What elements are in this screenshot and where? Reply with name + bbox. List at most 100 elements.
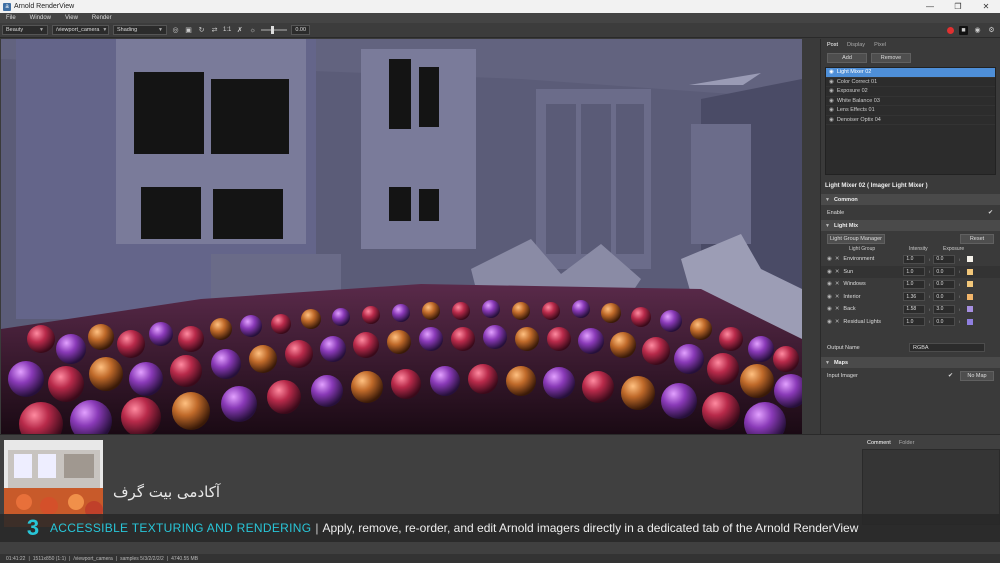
color-swatch[interactable] <box>967 293 974 300</box>
output-name-field[interactable]: RGBA <box>909 343 985 352</box>
spinner-icon[interactable]: ↕ <box>955 269 963 274</box>
spinner-icon[interactable]: ↕ <box>955 319 963 324</box>
intensity-field[interactable]: 1.0 <box>903 317 926 327</box>
exposure-field[interactable]: 0.0 <box>933 317 956 327</box>
spinner-icon[interactable]: ↕ <box>955 257 963 262</box>
list-item[interactable]: ◉ Color Correct 01 <box>826 78 995 87</box>
eye-icon[interactable]: ◉ <box>827 269 832 275</box>
exposure-field[interactable]: 0.0 <box>933 292 956 302</box>
section-light-mix[interactable]: ▼ Light Mix <box>821 220 1000 231</box>
color-swatch[interactable] <box>967 256 974 263</box>
eye-icon[interactable]: ◉ <box>827 256 832 262</box>
remove-imager-button[interactable]: Remove <box>871 53 911 63</box>
menu-render[interactable]: Render <box>92 15 112 21</box>
reset-button[interactable]: Reset <box>960 233 994 244</box>
settings-icon[interactable]: ⚙ <box>987 26 996 35</box>
menu-file[interactable]: File <box>6 15 16 21</box>
section-maps[interactable]: ▼ Maps <box>821 357 1000 368</box>
solo-icon[interactable]: ✕ <box>835 294 840 300</box>
light-group-manager-button[interactable]: Light Group Manager <box>827 233 885 244</box>
list-item[interactable]: ◉ White Balance 03 <box>826 97 995 106</box>
table-row[interactable]: ◉ ✕ Interior 1.36 ↕ 0.0 ↕ <box>821 291 1000 304</box>
spinner-icon[interactable]: ↕ <box>925 294 933 299</box>
swap-icon[interactable]: ⇄ <box>210 26 219 35</box>
eye-icon[interactable]: ◉ <box>827 281 832 287</box>
solo-icon[interactable]: ✕ <box>835 281 840 287</box>
spinner-icon[interactable]: ↕ <box>925 307 933 312</box>
minimize-icon[interactable]: — <box>916 0 944 13</box>
list-item[interactable]: ◉ Lens Effects 01 <box>826 106 995 116</box>
render-viewport[interactable] <box>1 39 802 434</box>
restore-icon[interactable]: ❐ <box>944 0 972 13</box>
solo-icon[interactable]: ✕ <box>835 306 840 312</box>
spinner-icon[interactable]: ↕ <box>955 294 963 299</box>
camera-dropdown[interactable]: /viewport_camera ▼ <box>52 25 109 35</box>
record-icon[interactable] <box>947 26 954 34</box>
tab-display[interactable]: Display <box>843 41 869 49</box>
fit-icon[interactable]: ✗ <box>235 26 244 35</box>
spinner-icon[interactable]: ↕ <box>955 282 963 287</box>
intensity-field[interactable]: 1.58 <box>903 304 926 314</box>
aov-dropdown[interactable]: Beauty ▼ <box>2 25 48 35</box>
section-common[interactable]: ▼ Common <box>821 194 1000 205</box>
intensity-field[interactable]: 1.0 <box>903 254 926 264</box>
eye-icon[interactable]: ◉ <box>827 294 832 300</box>
menu-view[interactable]: View <box>65 15 78 21</box>
exposure-value[interactable]: 0.00 <box>291 25 311 35</box>
intensity-field[interactable]: 1.0 <box>903 267 926 277</box>
table-row[interactable]: ◉ ✕ Sun 1.0 ↕ 0.0 ↕ <box>821 265 1000 278</box>
solo-icon[interactable]: ✕ <box>835 269 840 275</box>
list-item[interactable]: ◉ Light Mixer 02 <box>826 68 995 78</box>
spinner-icon[interactable]: ↕ <box>925 282 933 287</box>
refresh-icon[interactable]: ↻ <box>197 26 206 35</box>
exposure-field[interactable]: 0.0 <box>933 267 956 277</box>
eye-icon[interactable]: ◉ <box>829 79 834 85</box>
exposure-slider[interactable] <box>261 26 288 34</box>
color-swatch[interactable] <box>967 268 974 275</box>
eye-icon[interactable]: ◉ <box>827 306 832 312</box>
target-icon[interactable]: ◎ <box>171 26 180 35</box>
enable-checkbox[interactable]: ✔ <box>987 209 994 216</box>
eye-icon[interactable]: ◉ <box>829 69 834 75</box>
tab-pixel[interactable]: Pixel <box>870 41 890 49</box>
exposure-field[interactable]: 3.0 <box>933 304 956 314</box>
color-swatch[interactable] <box>967 281 974 288</box>
list-item[interactable]: ◉ Exposure 02 <box>826 87 995 97</box>
slider-handle[interactable] <box>271 26 275 34</box>
table-row[interactable]: ◉ ✕ Environment 1.0 ↕ 0.0 ↕ <box>821 253 1000 266</box>
eye-icon[interactable]: ◉ <box>827 319 832 325</box>
color-swatch[interactable] <box>967 318 974 325</box>
eye-icon[interactable]: ◉ <box>829 98 834 104</box>
eye-icon[interactable]: ◉ <box>829 117 834 123</box>
color-swatch[interactable] <box>967 306 974 313</box>
list-item[interactable]: ◉ Denoiser Optix 04 <box>826 116 995 125</box>
add-imager-button[interactable]: Add <box>827 53 867 63</box>
spinner-icon[interactable]: ↕ <box>925 257 933 262</box>
menu-window[interactable]: Window <box>30 15 51 21</box>
table-row[interactable]: ◉ ✕ Windows 1.0 ↕ 0.0 ↕ <box>821 278 1000 291</box>
eye-icon[interactable]: ◉ <box>829 88 834 94</box>
spinner-icon[interactable]: ↕ <box>955 307 963 312</box>
lock-icon[interactable]: ◉ <box>973 26 982 35</box>
spinner-icon[interactable]: ↕ <box>925 269 933 274</box>
intensity-field[interactable]: 1.36 <box>903 292 926 302</box>
tab-folder[interactable]: Folder <box>895 439 919 447</box>
solo-icon[interactable]: ✕ <box>835 319 840 325</box>
zoom-ratio[interactable]: 1:1 <box>223 27 231 33</box>
intensity-field[interactable]: 1.0 <box>903 279 926 289</box>
table-row[interactable]: ◉ ✕ Residual Lights 1.0 ↕ 0.0 ↕ <box>821 316 1000 329</box>
exposure-field[interactable]: 0.0 <box>933 279 956 289</box>
crop-region-icon[interactable]: ▣ <box>184 26 193 35</box>
close-icon[interactable]: ✕ <box>972 0 1000 13</box>
solo-icon[interactable]: ✕ <box>835 256 840 262</box>
tab-comment[interactable]: Comment <box>863 439 895 447</box>
eye-icon[interactable]: ◉ <box>829 107 834 113</box>
tab-post[interactable]: Post <box>823 41 842 49</box>
spinner-icon[interactable]: ↕ <box>925 319 933 324</box>
table-row[interactable]: ◉ ✕ Back 1.58 ↕ 3.0 ↕ <box>821 303 1000 316</box>
exposure-field[interactable]: 0.0 <box>933 254 956 264</box>
input-imager-checkbox[interactable]: ✔ <box>947 372 954 379</box>
no-map-button[interactable]: No Map <box>960 370 994 381</box>
shading-dropdown[interactable]: Shading ▼ <box>113 25 167 35</box>
snapshot-icon[interactable]: ■ <box>959 25 968 35</box>
